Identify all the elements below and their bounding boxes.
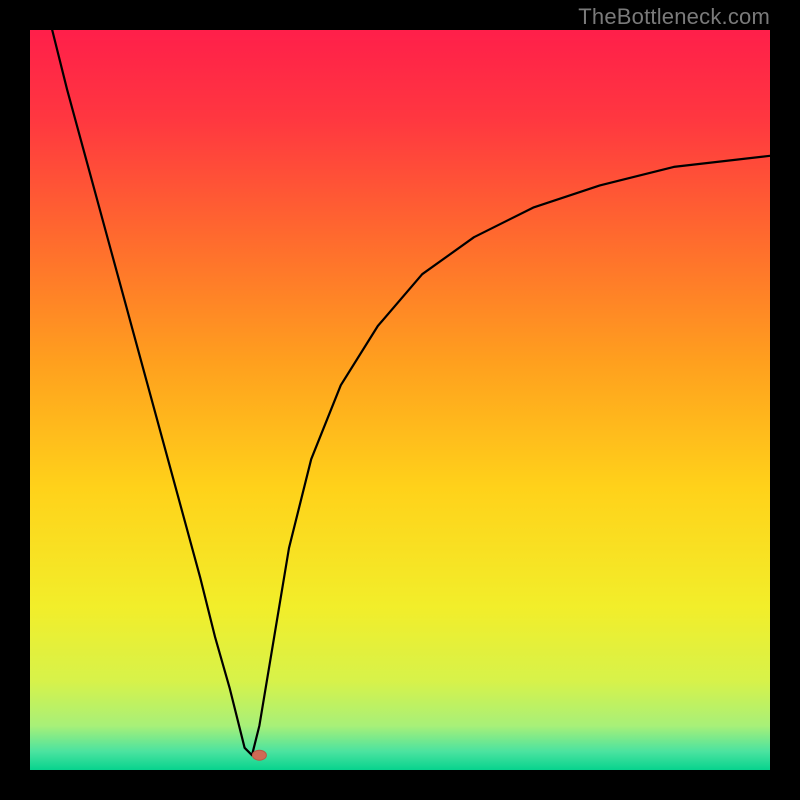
watermark-text: TheBottleneck.com bbox=[578, 4, 770, 30]
bottleneck-chart bbox=[30, 30, 770, 770]
chart-background bbox=[30, 30, 770, 770]
optimal-point-marker bbox=[252, 750, 266, 760]
